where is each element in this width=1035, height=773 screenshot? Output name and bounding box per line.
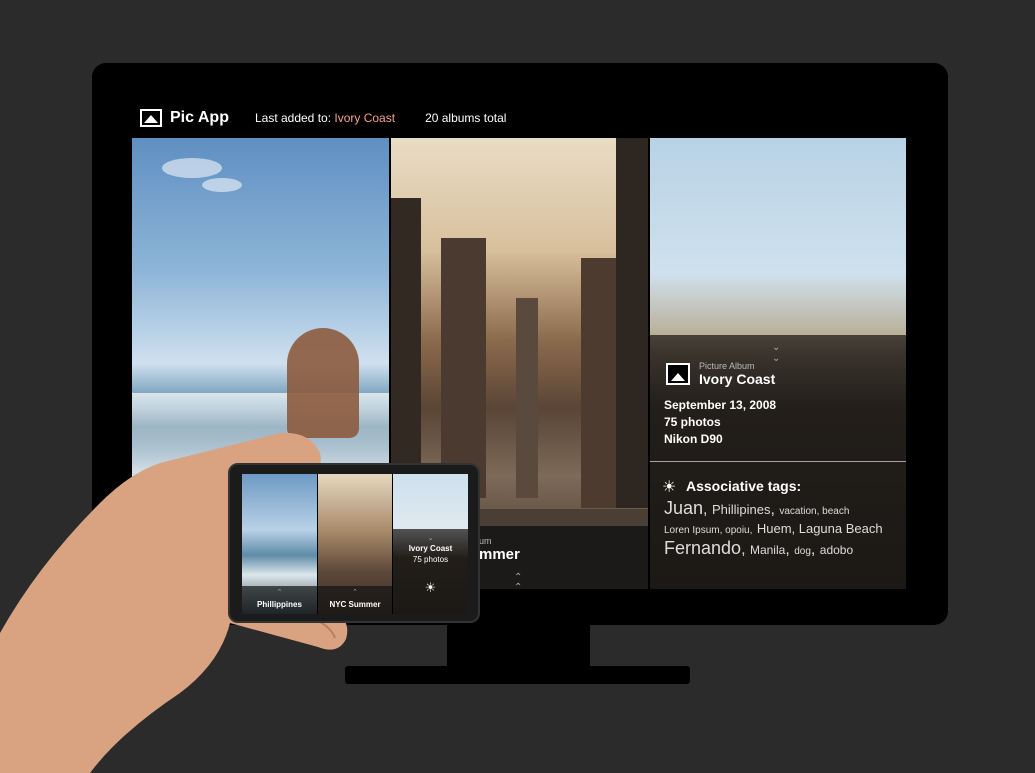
phone-album-label: NYC Summer	[329, 600, 381, 609]
tv-stand-base	[345, 666, 690, 684]
tag[interactable]: Loren Ipsum, opoiu,	[664, 525, 752, 536]
phone-album-panel[interactable]: ⌃ NYC Summer	[318, 474, 392, 614]
albums-total: 20 albums total	[425, 111, 507, 125]
phone-album-photos: 75 photos	[412, 555, 449, 564]
tag[interactable]: adobo	[820, 543, 853, 557]
cloud	[202, 178, 242, 192]
tags-line: Fernando, Manila, dog, adobo	[664, 538, 854, 558]
tags-line: Loren Ipsum, opoiu, Huem, Laguna Beach	[664, 520, 883, 538]
chevron-up-icon: ⌃	[352, 589, 358, 596]
tag[interactable]: Huem, Laguna Beach	[757, 521, 883, 536]
last-added-prefix: Last added to:	[254, 111, 332, 125]
phone-album-panel[interactable]: ⌃ Phillippines	[242, 474, 317, 614]
chevron-down-icon: ⌄	[427, 535, 434, 542]
album-photo-count: 75 photos	[664, 415, 721, 429]
last-added-album-link[interactable]: Ivory Coast	[334, 111, 395, 125]
phone-screen: ⌃ Phillippines ⌃ NYC Summer ⌄ Ivory Coas…	[242, 474, 468, 614]
album-title: mmer	[479, 546, 520, 563]
last-added: Last added to: Ivory Coast	[255, 111, 395, 125]
phone-album-panel[interactable]: ⌄ Ivory Coast 75 photos ☀	[393, 474, 468, 614]
tag[interactable]: Phillipines	[712, 502, 771, 517]
tags-title: Associative tags:	[686, 478, 802, 494]
app-header: Pic App Last added to: Ivory Coast 20 al…	[140, 104, 506, 132]
tag[interactable]: Manila	[750, 543, 785, 557]
tag[interactable]: Fernando	[664, 538, 741, 558]
chevron-down-icon[interactable]: ⌄ ⌄	[772, 342, 780, 364]
phone-album-name: Ivory Coast	[408, 544, 453, 553]
phone: ⌃ Phillippines ⌃ NYC Summer ⌄ Ivory Coas…	[228, 463, 480, 623]
phone-album-label: Phillippines	[257, 600, 302, 609]
album-type-label: um	[479, 536, 492, 546]
album-date: September 13, 2008	[664, 398, 777, 412]
building	[516, 298, 538, 498]
album-type-label: Picture Album	[699, 361, 755, 371]
album-panel-ivory-coast[interactable]: ⌄ ⌄ Picture Album Ivory Coast September 1…	[650, 138, 906, 589]
person	[287, 328, 359, 438]
image-icon	[140, 109, 162, 127]
building	[441, 238, 486, 498]
sun-icon: ☀	[662, 479, 677, 496]
album-camera: Nikon D90	[664, 432, 723, 446]
tag[interactable]: dog	[794, 546, 811, 557]
building	[391, 198, 421, 498]
cloud	[162, 158, 222, 178]
tag[interactable]: Juan	[664, 498, 703, 518]
tag[interactable]: vacation, beach	[779, 506, 849, 517]
divider	[650, 461, 906, 462]
tv-stand-neck	[447, 620, 590, 668]
app-title: Pic App	[170, 109, 229, 126]
album-title: Ivory Coast	[699, 371, 776, 387]
chevron-up-icon[interactable]: ⌃ ⌃	[514, 573, 522, 590]
sun-icon: ☀	[424, 580, 437, 595]
building	[616, 138, 648, 508]
chevron-up-icon: ⌃	[276, 589, 283, 596]
tags-line: Juan, Phillipines, vacation, beach	[664, 498, 850, 518]
image-icon	[666, 363, 690, 385]
